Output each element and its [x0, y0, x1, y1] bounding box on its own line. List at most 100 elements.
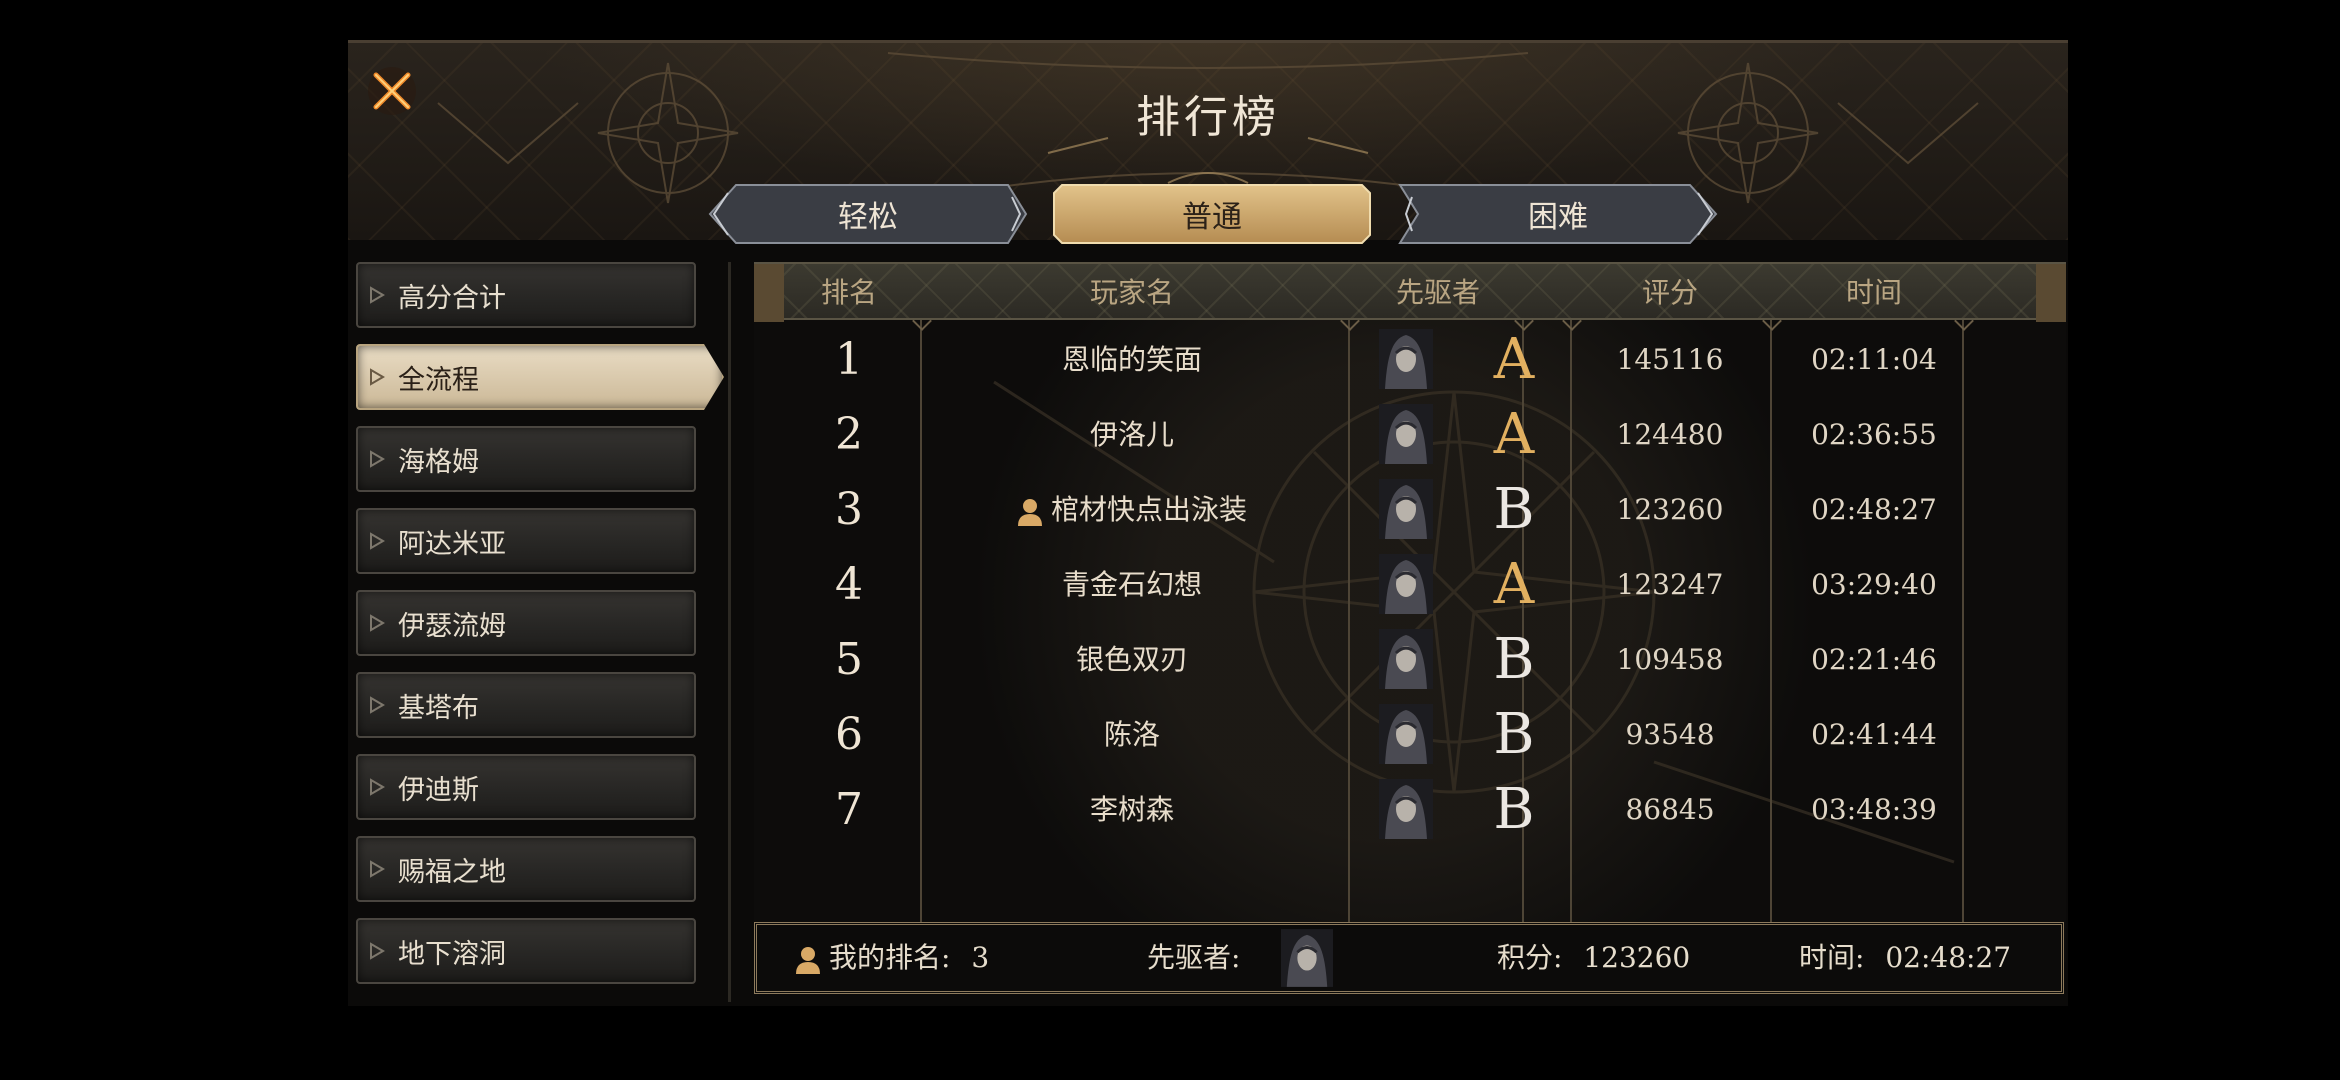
grade-badge: A	[1493, 552, 1535, 617]
tab-hard-label: 困难	[1528, 200, 1588, 235]
table-row[interactable]: 6 陈洛 B 93548 02:41:44	[754, 697, 2066, 772]
pioneer-label: 先驱者:	[1147, 941, 1241, 974]
arrow-right-icon	[358, 262, 398, 328]
column-header-score: 评分	[1641, 276, 1698, 309]
sidebar-item-label: 高分合计	[398, 282, 506, 314]
tab-easy-label: 轻松	[838, 200, 898, 235]
table-header: 排名 玩家名 先驱者 评分 时间	[754, 262, 2066, 322]
sidebar-item-adamia[interactable]: 阿达米亚	[356, 508, 696, 574]
table-row[interactable]: 7 李树森 B 86845 03:48:39	[754, 772, 2066, 847]
my-rank-bar: 我的排名: 3 先驱者: 积分: 123260 时间: 02:48:27	[754, 922, 2064, 994]
time-cell: 02:41:44	[1811, 718, 1937, 751]
tab-hard[interactable]: 困难	[1398, 183, 1718, 245]
my-time-section: 时间: 02:48:27	[1799, 925, 2011, 991]
table-row[interactable]: 1 恩临的笑面 A 145116 02:11:04	[754, 322, 2066, 397]
player-name-cell: 伊洛儿	[1089, 418, 1174, 451]
hooded-avatar-icon	[1376, 397, 1436, 472]
hooded-avatar-icon	[1376, 697, 1436, 772]
sidebar-item-label: 伊瑟流姆	[398, 610, 506, 642]
score-cell: 93548	[1625, 718, 1715, 751]
score-cell: 86845	[1625, 793, 1715, 826]
grade-badge: B	[1493, 777, 1535, 842]
sidebar-item-underground-cave[interactable]: 地下溶洞	[356, 918, 696, 984]
hooded-avatar-icon	[1281, 929, 1333, 995]
sidebar-item-iseliume[interactable]: 伊瑟流姆	[356, 590, 696, 656]
hooded-avatar-icon	[1376, 547, 1436, 622]
player-name-text: 棺材快点出泳装	[1050, 493, 1247, 526]
sidebar: 高分合计 全流程 海格姆 阿达米亚 伊瑟流姆 基塔布 伊迪斯 赐福之地 地下溶洞	[356, 262, 724, 1006]
hooded-avatar-icon	[1376, 622, 1436, 697]
sidebar-item-hegem[interactable]: 海格姆	[356, 426, 696, 492]
player-name-cell: 恩临的笑面	[1061, 343, 1202, 376]
arrow-right-icon	[358, 426, 398, 492]
player-name-cell: 棺材快点出泳装	[930, 472, 1334, 547]
arrow-right-icon	[358, 836, 398, 902]
rank-cell: 5	[835, 634, 863, 685]
rank-cell: 4	[835, 559, 863, 610]
sidebar-item-label: 伊迪斯	[398, 774, 479, 806]
page-title: 排行榜	[1136, 92, 1280, 143]
sidebar-item-kitab[interactable]: 基塔布	[356, 672, 696, 738]
tab-normal[interactable]: 普通	[1052, 183, 1372, 245]
sidebar-item-blessed-land[interactable]: 赐福之地	[356, 836, 696, 902]
my-score-section: 积分: 123260	[1497, 925, 1690, 991]
arrow-right-icon	[358, 918, 398, 984]
header-banner: 排行榜 轻松 普通 困难	[348, 40, 2068, 244]
grade-badge: A	[1493, 402, 1535, 467]
column-header-time: 时间	[1845, 276, 1902, 309]
sidebar-item-label: 赐福之地	[398, 856, 506, 888]
sidebar-item-full-run[interactable]: 全流程	[356, 344, 724, 410]
tab-easy[interactable]: 轻松	[708, 183, 1028, 245]
table-row[interactable]: 3 棺材快点出泳装 B 123260 02:48:27	[754, 472, 2066, 547]
time-cell: 02:48:27	[1811, 493, 1937, 526]
score-cell: 123260	[1616, 493, 1724, 526]
sidebar-item-label: 地下溶洞	[398, 938, 506, 970]
table-row[interactable]: 2 伊洛儿 A 124480 02:36:55	[754, 397, 2066, 472]
my-rank-value: 3	[971, 941, 990, 974]
arrow-right-icon	[358, 344, 398, 410]
my-rank-label: 我的排名:	[829, 941, 951, 974]
rank-cell: 6	[835, 709, 863, 760]
close-x-icon	[368, 67, 416, 115]
sidebar-item-idis[interactable]: 伊迪斯	[356, 754, 696, 820]
arrow-right-icon	[358, 590, 398, 656]
close-button[interactable]	[364, 63, 420, 119]
arrow-right-icon	[358, 672, 398, 738]
table-row[interactable]: 5 银色双刃 B 109458 02:21:46	[754, 622, 2066, 697]
grade-badge: A	[1493, 327, 1535, 392]
arrow-right-icon	[358, 508, 398, 574]
time-cell: 03:48:39	[1811, 793, 1937, 826]
score-cell: 124480	[1616, 418, 1724, 451]
score-cell: 145116	[1616, 343, 1724, 376]
tab-normal-label: 普通	[1182, 200, 1242, 235]
player-name-cell: 陈洛	[1103, 718, 1160, 751]
my-pioneer-section: 先驱者:	[1147, 925, 1240, 991]
hooded-avatar-icon	[1376, 472, 1436, 547]
time-cell: 03:29:40	[1811, 568, 1937, 601]
sidebar-item-label: 全流程	[398, 364, 479, 396]
user-icon	[1017, 498, 1042, 526]
player-name-cell: 李树森	[1089, 793, 1174, 826]
column-header-rank: 排名	[820, 276, 877, 309]
player-name-cell: 青金石幻想	[1061, 568, 1202, 601]
score-label: 积分:	[1497, 941, 1563, 974]
table-row[interactable]: 4 青金石幻想 A 123247 03:29:40	[754, 547, 2066, 622]
grade-badge: B	[1493, 477, 1535, 542]
header-cap-left	[754, 264, 784, 322]
score-cell: 109458	[1616, 643, 1724, 676]
sidebar-item-label: 基塔布	[398, 692, 479, 724]
sidebar-item-total-high-score[interactable]: 高分合计	[356, 262, 696, 328]
time-cell: 02:36:55	[1811, 418, 1937, 451]
user-icon	[796, 946, 820, 974]
rank-cell: 2	[835, 409, 863, 460]
time-value: 02:48:27	[1885, 941, 2012, 974]
player-name-cell: 银色双刃	[1075, 643, 1188, 676]
hooded-avatar-icon	[1376, 772, 1436, 847]
my-rank-section: 我的排名: 3	[795, 925, 989, 991]
rank-cell: 1	[835, 334, 863, 385]
column-header-pioneer: 先驱者	[1395, 276, 1480, 309]
sidebar-item-label: 阿达米亚	[398, 528, 506, 560]
sidebar-item-label: 海格姆	[398, 446, 479, 478]
sidebar-divider	[728, 262, 731, 1002]
hooded-avatar-icon	[1376, 322, 1436, 397]
